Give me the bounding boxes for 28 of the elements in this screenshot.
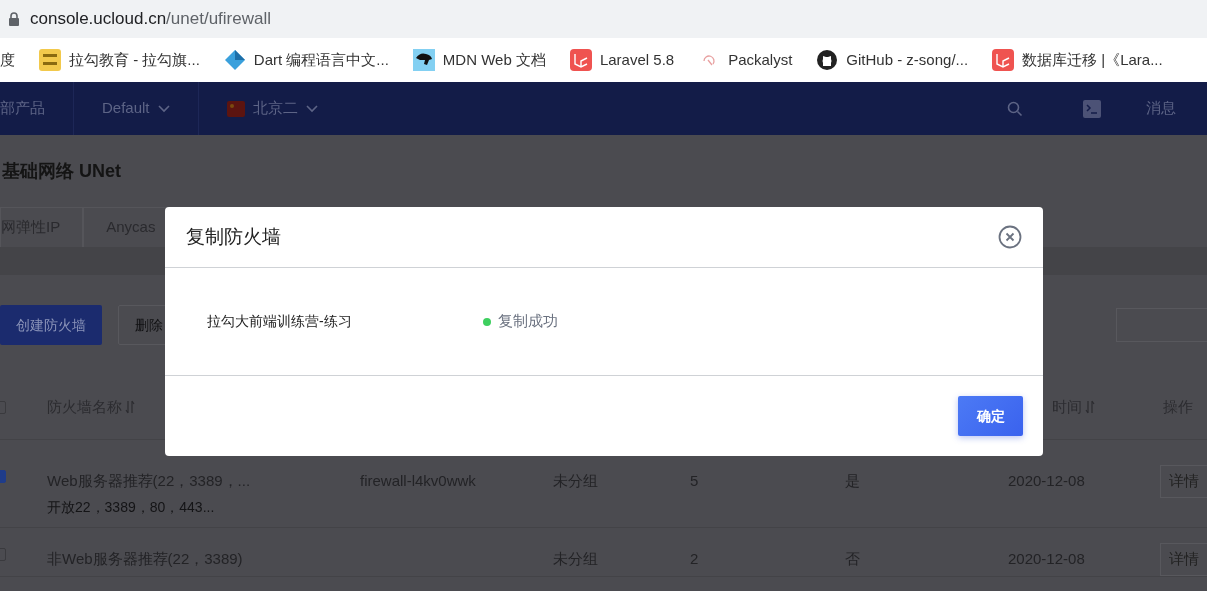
bookmark-link[interactable]: 拉勾教育 - 拉勾旗... — [39, 48, 200, 72]
search-icon[interactable] — [1007, 100, 1023, 117]
bookmark-link[interactable]: Packalyst — [698, 48, 793, 72]
caret-icon — [157, 104, 170, 113]
flag-icon — [226, 100, 245, 117]
region-dropdown[interactable]: 北京二 — [198, 82, 346, 135]
bookmark-link[interactable]: Laravel 5.8 — [569, 48, 675, 72]
close-icon[interactable] — [998, 225, 1022, 249]
diamond-icon — [223, 49, 246, 71]
create-button[interactable]: 创建防火墙 — [0, 305, 102, 345]
modal-title: 复制防火墙 — [186, 224, 281, 249]
bookmark-link[interactable]: MDN Web 文档 — [412, 48, 546, 72]
firewall-name: 拉勾大前端训练营-练习 — [207, 312, 353, 331]
messages-link[interactable]: 消息 — [1146, 97, 1176, 120]
caret-icon — [305, 104, 318, 113]
laravel-icon — [992, 49, 1015, 71]
bookmark-link[interactable]: 数据库迁移 |《Lara... — [992, 48, 1163, 72]
badge-icon — [39, 49, 61, 71]
laravel-icon — [569, 49, 592, 71]
bookmark-link[interactable]: 度 — [0, 48, 15, 72]
confirm-button[interactable]: 确定 — [958, 396, 1023, 436]
page-title: 基础网络 UNet — [1, 159, 122, 183]
status-text: 复制成功 — [498, 311, 558, 332]
terminal-icon[interactable] — [1083, 99, 1101, 118]
bookmark-link[interactable]: Dart 编程语言中文... — [223, 48, 389, 72]
bookmark-link[interactable]: GitHub - z-song/... — [816, 48, 969, 72]
lock-icon — [8, 12, 20, 26]
url-text[interactable]: console.ucloud.cn/unet/ufirewall — [30, 6, 271, 32]
